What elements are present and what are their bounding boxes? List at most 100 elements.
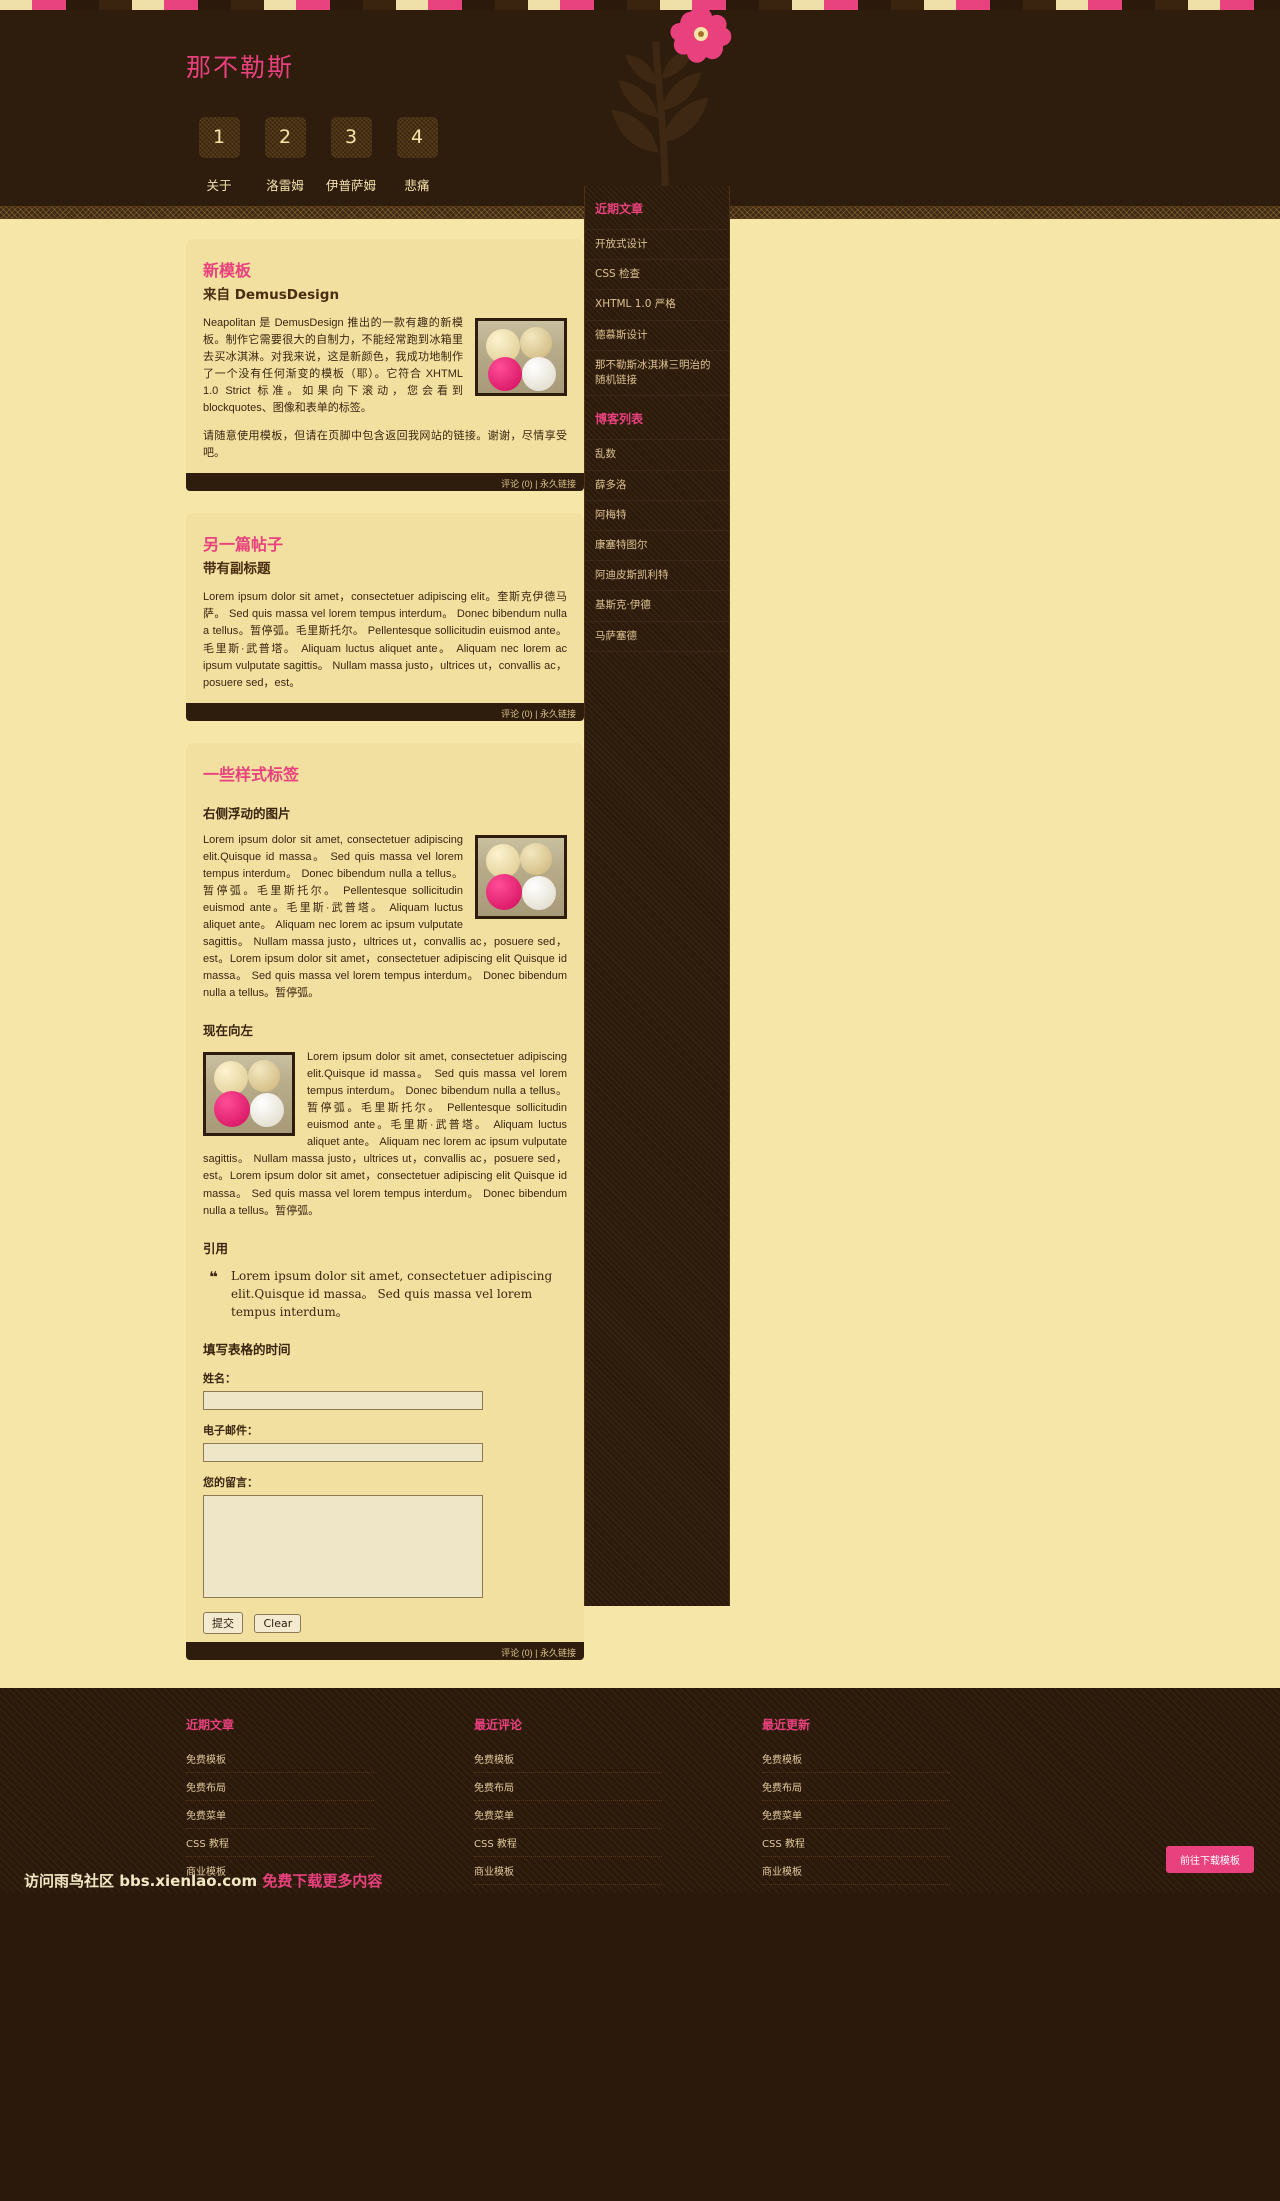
- footer-list-item[interactable]: 免费布局: [762, 1773, 950, 1801]
- nav-item-3[interactable]: 3 伊普萨姆: [318, 117, 384, 194]
- post-subtitle: 来自 DemusDesign: [203, 287, 340, 303]
- sidebar-section-title-blogroll: 博客列表: [595, 412, 644, 427]
- post-paragraph: Lorem ipsum dolor sit amet，consectetuer …: [203, 591, 567, 689]
- footer-list-item[interactable]: 免费模板: [762, 1745, 950, 1773]
- footer-columns: 近期文章 免费模板 免费布局 免费菜单 CSS 教程 商业模板 最近评论 免费模…: [186, 1716, 1092, 1885]
- name-field[interactable]: [203, 1390, 483, 1410]
- footer-list-item[interactable]: 免费模板: [474, 1745, 662, 1773]
- sidebar-item[interactable]: 马萨塞德: [585, 620, 729, 652]
- permalink-link[interactable]: 永久链接: [540, 479, 576, 489]
- footer-column-recent-updates: 最近更新 免费模板 免费布局 免费菜单 CSS 教程 商业模板: [762, 1716, 950, 1885]
- watermark-tagline: 免费下载更多内容: [262, 1871, 383, 1890]
- nav-number: 1: [198, 117, 240, 158]
- nav-item-4[interactable]: 4 悲痛: [384, 117, 450, 194]
- footer-list-item[interactable]: 免费模板: [186, 1745, 374, 1773]
- sidebar-item[interactable]: 阿梅特: [585, 499, 729, 530]
- meta-separator: |: [535, 708, 538, 719]
- footer-list-item[interactable]: CSS 教程: [474, 1829, 662, 1857]
- post-meta: 评论 (0) | 永久链接: [186, 1641, 584, 1660]
- comments-link[interactable]: 评论 (0): [501, 709, 533, 719]
- post-title: 一些样式标签: [203, 764, 300, 784]
- footer-list-item[interactable]: 免费菜单: [186, 1801, 374, 1829]
- quote-mark-icon: ❝: [209, 1267, 218, 1286]
- message-field-label: 您的留言：: [203, 1475, 258, 1489]
- footer-list-item[interactable]: 免费菜单: [474, 1801, 662, 1829]
- flower-icon: [570, 10, 750, 188]
- meta-separator: |: [535, 1647, 538, 1658]
- nav-label: 洛雷姆: [266, 178, 304, 193]
- main-navigation: 1 关于 2 洛雷姆 3 伊普萨姆 4 悲痛: [186, 117, 450, 194]
- nav-number: 4: [396, 117, 438, 158]
- sidebar-item[interactable]: 薛多洛: [585, 469, 729, 500]
- sidebar-item[interactable]: CSS 检查: [585, 259, 729, 289]
- footer-list: 免费模板 免费布局 免费菜单 CSS 教程 商业模板: [474, 1745, 662, 1885]
- message-field[interactable]: [203, 1494, 483, 1598]
- permalink-link[interactable]: 永久链接: [540, 1648, 576, 1658]
- footer-column-title: 最近更新: [762, 1717, 811, 1732]
- post-title: 新模板: [203, 261, 252, 280]
- icecream-photo: [203, 1052, 295, 1137]
- site-header: 那不勒斯 1 关于 2 洛雷姆 3 伊普萨姆 4 悲痛: [0, 10, 1280, 206]
- name-field-label: 姓名：: [203, 1371, 236, 1385]
- decorative-top-stripe: [0, 0, 1280, 10]
- post-subtitle: 带有副标题: [203, 561, 271, 578]
- sidebar-item[interactable]: 阿迪皮斯凯利特: [585, 560, 729, 590]
- clear-button[interactable]: Clear: [254, 1613, 302, 1633]
- nav-label: 关于: [206, 178, 232, 193]
- sidebar: 近期文章 开放式设计 CSS 检查 XHTML 1.0 严格 德慕斯设计 那不勒…: [584, 186, 730, 1606]
- site-footer: 近期文章 免费模板 免费布局 免费菜单 CSS 教程 商业模板 最近评论 免费模…: [0, 1687, 1280, 1893]
- page-body: 近期文章 开放式设计 CSS 检查 XHTML 1.0 严格 德慕斯设计 那不勒…: [0, 186, 1280, 1688]
- download-template-button[interactable]: 前往下载模板: [1166, 1845, 1254, 1873]
- post-meta: 评论 (0) | 永久链接: [186, 702, 584, 721]
- blockquote-text: Lorem ipsum dolor sit amet, consectetuer…: [231, 1268, 553, 1319]
- comments-link[interactable]: 评论 (0): [501, 479, 533, 489]
- icecream-photo: [475, 834, 567, 919]
- main-content: 新模板 来自 DemusDesign Neapolitan 是 DemusDes…: [186, 219, 584, 1660]
- sidebar-item[interactable]: 康塞特图尔: [585, 529, 729, 560]
- footer-column-title: 最近评论: [474, 1717, 523, 1732]
- sidebar-list-recent-posts: 开放式设计 CSS 检查 XHTML 1.0 严格 德慕斯设计 那不勒斯冰淇淋三…: [585, 229, 729, 397]
- submit-button[interactable]: 提交: [203, 1611, 243, 1634]
- permalink-link[interactable]: 永久链接: [540, 709, 576, 719]
- post-article: 新模板 来自 DemusDesign Neapolitan 是 DemusDes…: [186, 239, 584, 492]
- section-heading-form: 填写表格的时间: [203, 1341, 291, 1357]
- sidebar-list-blogroll: 乱数 薛多洛 阿梅特 康塞特图尔 阿迪皮斯凯利特 基斯克·伊德 马萨塞德: [585, 439, 729, 652]
- footer-column-recent-comments: 最近评论 免费模板 免费布局 免费菜单 CSS 教程 商业模板: [474, 1716, 662, 1885]
- post-paragraph: 请随意使用模板，但请在页脚中包含返回我网站的链接。谢谢，尽情享受吧。: [203, 430, 567, 460]
- sidebar-section-title-recent-posts: 近期文章: [595, 202, 644, 216]
- nav-number: 3: [330, 117, 372, 158]
- sidebar-item[interactable]: XHTML 1.0 严格: [585, 289, 729, 319]
- footer-list: 免费模板 免费布局 免费菜单 CSS 教程 商业模板: [186, 1745, 374, 1885]
- footer-column-recent-posts: 近期文章 免费模板 免费布局 免费菜单 CSS 教程 商业模板: [186, 1716, 374, 1885]
- footer-list: 免费模板 免费布局 免费菜单 CSS 教程 商业模板: [762, 1745, 950, 1885]
- footer-list-item[interactable]: 商业模板: [474, 1857, 662, 1885]
- form-button-row: 提交 Clear: [203, 1611, 567, 1634]
- sidebar-item[interactable]: 那不勒斯冰淇淋三明治的随机链接: [585, 349, 729, 397]
- page-title: 那不勒斯: [186, 53, 295, 82]
- sidebar-item[interactable]: 开放式设计: [585, 229, 729, 259]
- sidebar-item[interactable]: 基斯克·伊德: [585, 590, 729, 620]
- footer-list-item[interactable]: 商业模板: [762, 1857, 950, 1885]
- icecream-photo: [475, 318, 567, 396]
- blockquote: ❝ Lorem ipsum dolor sit amet, consectetu…: [209, 1267, 567, 1321]
- watermark-site: 访问雨鸟社区 bbs.xienlao.com: [24, 1871, 258, 1890]
- nav-label: 伊普萨姆: [325, 178, 376, 193]
- post-meta: 评论 (0) | 永久链接: [186, 473, 584, 492]
- nav-number: 2: [264, 117, 306, 158]
- nav-item-1[interactable]: 1 关于: [186, 117, 252, 194]
- sidebar-item[interactable]: 德慕斯设计: [585, 319, 729, 350]
- nav-item-2[interactable]: 2 洛雷姆: [252, 117, 318, 194]
- footer-list-item[interactable]: 免费布局: [474, 1773, 662, 1801]
- meta-separator: |: [535, 479, 538, 490]
- footer-list-item[interactable]: CSS 教程: [186, 1829, 374, 1857]
- post-title: 另一篇帖子: [203, 535, 284, 555]
- email-field[interactable]: [203, 1442, 483, 1462]
- sidebar-item[interactable]: 乱数: [585, 439, 729, 469]
- nav-label: 悲痛: [404, 178, 430, 193]
- footer-list-item[interactable]: 免费菜单: [762, 1801, 950, 1829]
- footer-list-item[interactable]: CSS 教程: [762, 1829, 950, 1857]
- comments-link[interactable]: 评论 (0): [501, 1648, 533, 1658]
- email-field-label: 电子邮件：: [203, 1423, 258, 1437]
- footer-list-item[interactable]: 免费布局: [186, 1773, 374, 1801]
- watermark: 访问雨鸟社区 bbs.xienlao.com 免费下载更多内容: [24, 1870, 382, 1891]
